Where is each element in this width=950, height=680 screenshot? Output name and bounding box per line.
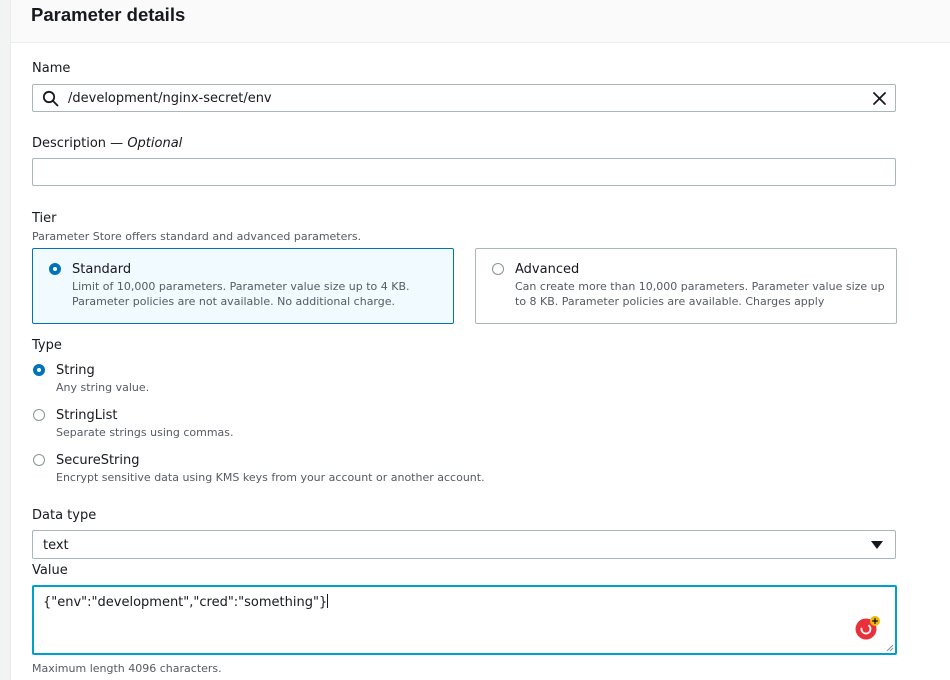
tier-option-advanced[interactable]: Advanced Can create more than 10,000 par…	[475, 248, 897, 324]
description-label-text: Description —	[32, 136, 128, 151]
value-text: {"env":"development","cred":"something"}	[43, 594, 329, 610]
name-input[interactable]: /development/nginx-secret/env	[32, 84, 896, 112]
securestring-desc: Encrypt sensitive data using KMS keys fr…	[56, 471, 485, 484]
resize-handle-icon[interactable]	[886, 644, 894, 652]
panel-title: Parameter details	[31, 4, 186, 25]
data-type-label: Data type	[32, 508, 97, 523]
type-label: Type	[32, 338, 62, 353]
value-textarea[interactable]: {"env":"development","cred":"something"}	[32, 585, 897, 655]
description-label: Description — Optional	[32, 136, 182, 151]
standard-desc-line2: Parameter policies are not available. No…	[72, 295, 396, 308]
standard-radio[interactable]	[49, 263, 61, 275]
advanced-desc-line2: to 8 KB. Parameter policies are availabl…	[515, 295, 825, 308]
value-text-content: {"env":"development","cred":"something"}	[43, 595, 328, 610]
data-type-select[interactable]: text	[32, 530, 896, 559]
advanced-radio[interactable]	[492, 263, 504, 275]
stringlist-title: StringList	[56, 408, 118, 423]
text-cursor	[327, 594, 329, 608]
name-input-value: /development/nginx-secret/env	[68, 91, 272, 106]
string-title: String	[56, 363, 95, 378]
securestring-title: SecureString	[56, 453, 140, 468]
value-hint: Maximum length 4096 characters.	[32, 662, 222, 675]
stringlist-desc: Separate strings using commas.	[56, 426, 234, 439]
parameter-details-panel: Parameter details Name /development/ngin…	[10, 0, 950, 680]
string-desc: Any string value.	[56, 381, 150, 394]
tier-hint: Parameter Store offers standard and adva…	[32, 230, 362, 243]
optional-label: Optional	[127, 136, 183, 151]
advanced-title: Advanced	[515, 262, 580, 277]
securestring-radio[interactable]	[33, 454, 45, 466]
stringlist-radio[interactable]	[33, 409, 45, 421]
standard-title: Standard	[72, 262, 132, 277]
panel-header: Parameter details	[11, 0, 950, 43]
search-icon	[42, 90, 59, 107]
standard-desc-line1: Limit of 10,000 parameters. Parameter va…	[72, 280, 410, 293]
data-type-value: text	[43, 538, 69, 553]
description-input[interactable]	[32, 158, 896, 186]
tier-label: Tier	[32, 211, 57, 226]
value-label: Value	[32, 563, 68, 578]
tier-option-standard[interactable]: Standard Limit of 10,000 parameters. Par…	[32, 248, 454, 324]
close-icon[interactable]	[872, 91, 887, 106]
caret-down-icon	[871, 541, 883, 549]
string-radio[interactable]	[33, 364, 45, 376]
grammarly-icon[interactable]	[855, 615, 881, 641]
advanced-desc-line1: Can create more than 10,000 parameters. …	[515, 280, 885, 293]
name-label: Name	[32, 61, 71, 76]
